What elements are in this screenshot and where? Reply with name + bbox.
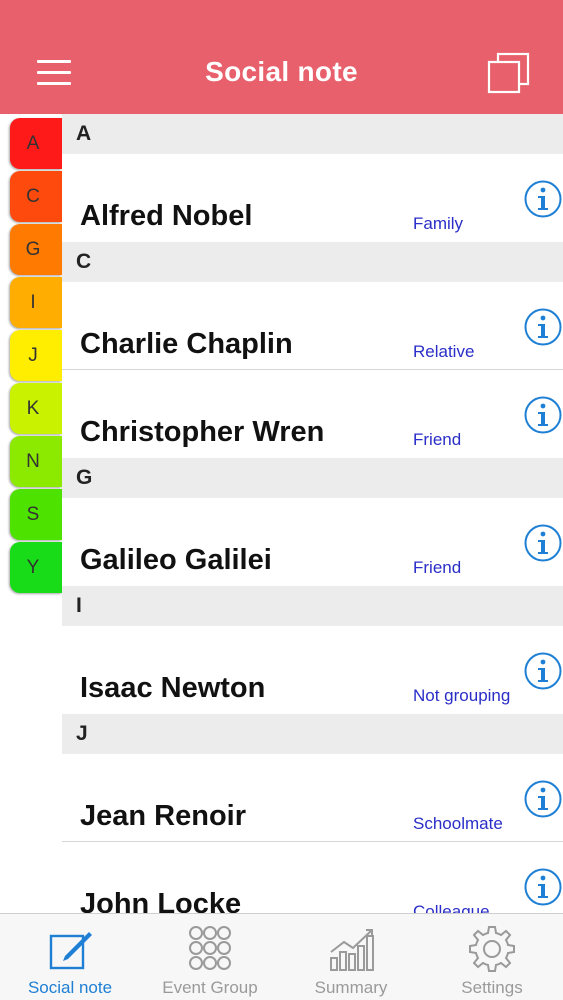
contact-name: Isaac Newton	[80, 672, 266, 704]
contact-name: John Locke	[80, 888, 242, 913]
contact-name: Jean Renoir	[80, 800, 246, 832]
contact-group: Not grouping	[413, 686, 511, 705]
contact-group: Friend	[413, 430, 462, 449]
info-icon[interactable]	[524, 308, 562, 346]
index-letter: G	[25, 238, 41, 260]
index-tab-n[interactable]: N	[10, 436, 62, 487]
index-tab-c[interactable]: C	[10, 171, 62, 222]
contact-row[interactable]: Jean Renoir Schoolmate	[62, 754, 563, 842]
index-letter: J	[28, 344, 38, 366]
info-icon[interactable]	[524, 780, 562, 818]
section-header-g: G	[62, 458, 563, 498]
info-icon[interactable]	[524, 180, 562, 218]
contact-group: Friend	[413, 558, 462, 577]
index-tab-j[interactable]: J	[10, 330, 62, 381]
index-tab-g[interactable]: G	[10, 224, 62, 275]
contact-group: Schoolmate	[413, 814, 503, 833]
page-title: Social note	[205, 56, 358, 87]
contact-name: Galileo Galilei	[80, 544, 272, 576]
info-icon[interactable]	[524, 396, 562, 434]
tab-label: Social note	[27, 978, 113, 997]
navigation-bar: Social note	[0, 0, 563, 114]
info-icon[interactable]	[524, 652, 562, 690]
section-header-c: C	[62, 242, 563, 282]
contact-name: Christopher Wren	[80, 416, 325, 448]
section-header-a: A	[62, 114, 563, 154]
index-letter: N	[26, 450, 40, 472]
index-tab-a[interactable]: A	[10, 118, 62, 169]
contact-row[interactable]: John Locke Colleague	[62, 842, 563, 913]
section-header-j: J	[62, 714, 563, 754]
index-tab-i[interactable]: I	[10, 277, 62, 328]
tab-social-note[interactable]: Social note	[0, 914, 140, 1000]
compose-note-icon	[49, 932, 92, 970]
contact-name: Charlie Chaplin	[80, 328, 293, 360]
contact-row[interactable]: Galileo Galilei Friend	[62, 498, 563, 586]
section-header-i: I	[62, 586, 563, 626]
index-letter: I	[30, 291, 36, 313]
index-letter: S	[26, 503, 40, 525]
index-letter: Y	[26, 556, 40, 578]
contact-row[interactable]: Isaac Newton Not grouping	[62, 626, 563, 714]
bar-chart-icon	[330, 929, 374, 971]
index-letter: C	[26, 185, 40, 207]
tab-label: Settings	[461, 978, 523, 997]
tab-summary[interactable]: Summary	[281, 914, 421, 1000]
contact-name: Alfred Nobel	[80, 200, 253, 232]
index-tab-s[interactable]: S	[10, 489, 62, 540]
tab-settings[interactable]: Settings	[422, 914, 562, 1000]
tab-event-group[interactable]: Event Group	[140, 914, 280, 1000]
grid-dots-icon	[189, 926, 231, 970]
index-tab-y[interactable]: Y	[10, 542, 62, 593]
contact-group: Relative	[413, 342, 475, 361]
contact-group: Colleague	[413, 902, 490, 913]
tab-label: Event Group	[162, 978, 258, 997]
tab-label: Summary	[314, 978, 388, 997]
info-icon[interactable]	[524, 868, 562, 906]
alphabet-index: A C G I J K N S Y	[10, 118, 62, 595]
contact-row[interactable]: Charlie Chaplin Relative	[62, 282, 563, 370]
gear-icon	[469, 926, 515, 972]
contact-group: Family	[413, 214, 464, 233]
tab-bar: Social note Event Group Summary Settings	[0, 913, 563, 1000]
index-tab-k[interactable]: K	[10, 383, 62, 434]
index-letter: K	[26, 397, 40, 419]
contact-list[interactable]: A Alfred Nobel Family C Charlie Chaplin Relat…	[62, 114, 563, 913]
contact-row[interactable]: Christopher Wren Friend	[62, 370, 563, 458]
info-icon[interactable]	[524, 524, 562, 562]
index-letter: A	[26, 132, 40, 154]
contact-row[interactable]: Alfred Nobel Family	[62, 154, 563, 242]
duplicate-pages-icon[interactable]	[486, 52, 530, 94]
